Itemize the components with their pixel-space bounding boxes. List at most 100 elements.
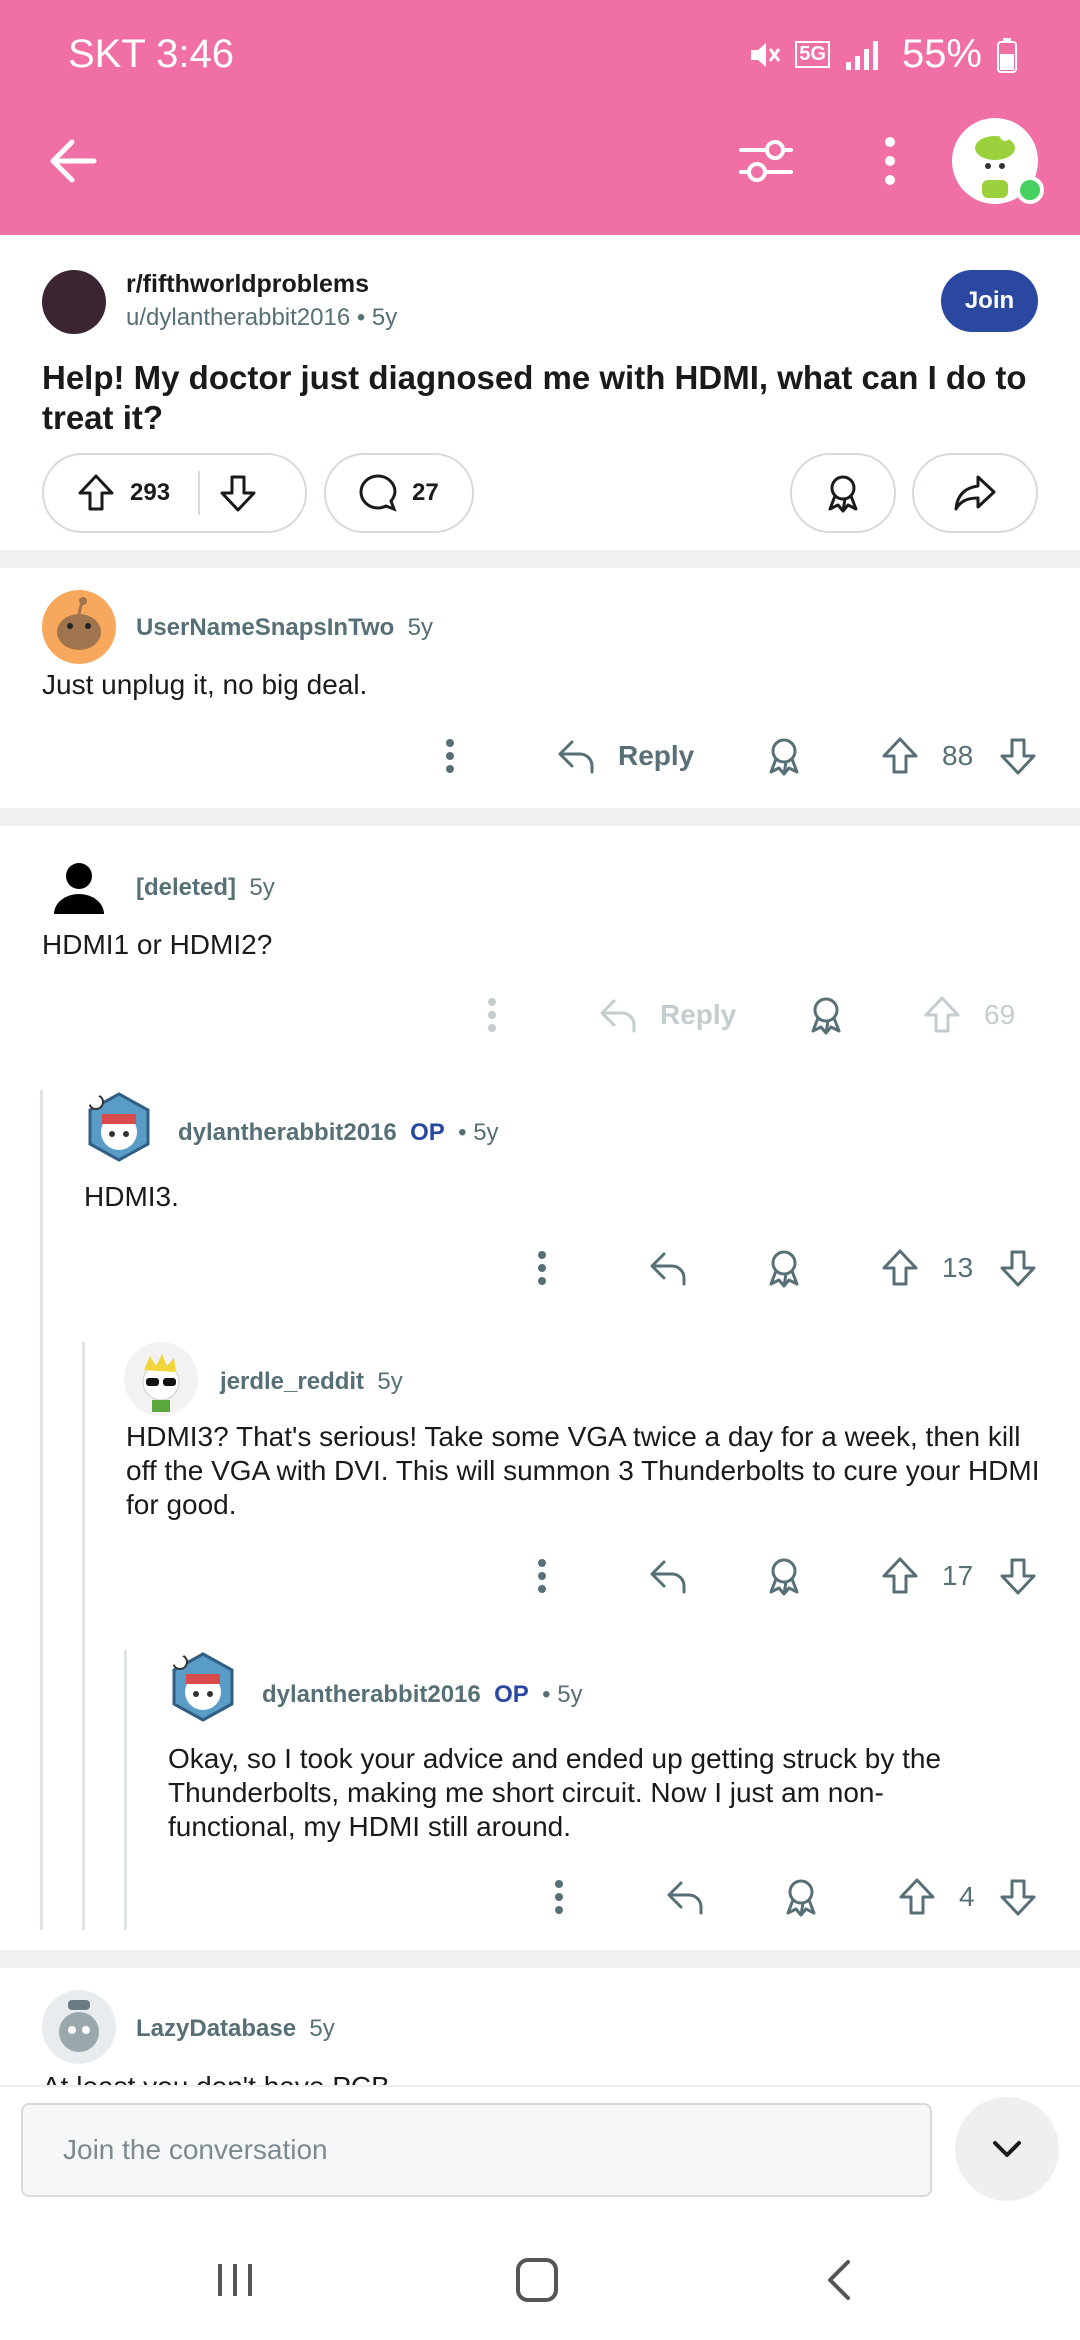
comment-username[interactable]: UserNameSnapsInTwo bbox=[136, 614, 394, 641]
back-arrow-icon[interactable] bbox=[42, 130, 104, 192]
share-icon bbox=[954, 475, 996, 511]
post-comment-count: 27 bbox=[412, 479, 439, 506]
more-options-icon[interactable] bbox=[528, 1556, 556, 1596]
comments-button[interactable]: 27 bbox=[324, 453, 474, 533]
comment-avatar[interactable] bbox=[42, 590, 116, 664]
status-time: SKT 3:46 bbox=[68, 32, 235, 76]
reply-label: Reply bbox=[660, 999, 737, 1030]
upvote-icon[interactable] bbox=[878, 1554, 922, 1598]
comment-body: Okay, so I took your advice and ended up… bbox=[168, 1743, 942, 1842]
comment-body: HDMI3. bbox=[84, 1181, 179, 1212]
reply-icon[interactable] bbox=[646, 1246, 690, 1290]
comment-age: • 5y bbox=[542, 1681, 583, 1708]
downvote-icon[interactable] bbox=[996, 734, 1040, 778]
award-button[interactable] bbox=[790, 453, 896, 533]
upvote-icon[interactable] bbox=[878, 1246, 922, 1290]
battery-percent: 55% bbox=[901, 32, 982, 76]
collapse-button[interactable] bbox=[955, 2097, 1059, 2201]
downvote-icon[interactable] bbox=[996, 1554, 1040, 1598]
reply-icon[interactable] bbox=[663, 1875, 707, 1919]
reply-label[interactable]: Reply bbox=[618, 740, 694, 772]
comment-header: dylantherabbit2016 OP • 5y bbox=[262, 1681, 583, 1709]
section-divider bbox=[0, 550, 1080, 568]
app-header: SKT 3:46 5G 55% bbox=[0, 0, 1080, 235]
more-options-icon[interactable] bbox=[436, 736, 464, 776]
downvote-icon[interactable] bbox=[996, 1875, 1040, 1919]
battery-icon bbox=[997, 37, 1017, 73]
comment-header: LazyDatabase 5y bbox=[136, 2015, 335, 2043]
comment-header: jerdle_reddit 5y bbox=[220, 1368, 403, 1396]
share-button[interactable] bbox=[912, 453, 1038, 533]
comment-avatar[interactable] bbox=[42, 1990, 116, 2064]
thread-line bbox=[82, 1342, 85, 1930]
more-options-icon[interactable] bbox=[528, 1248, 556, 1288]
comment-username[interactable]: LazyDatabase bbox=[136, 2015, 296, 2042]
award-icon[interactable] bbox=[779, 1875, 823, 1919]
status-icons: 5G 55% bbox=[747, 32, 1018, 77]
comment-header: dylantherabbit2016 OP • 5y bbox=[178, 1119, 499, 1147]
vote-count: 88 bbox=[942, 740, 974, 771]
op-badge: OP bbox=[410, 1119, 445, 1146]
join-conversation-input[interactable]: Join the conversation bbox=[21, 2103, 932, 2197]
vote-count: 69 bbox=[984, 999, 1016, 1030]
comment-avatar[interactable] bbox=[82, 1090, 156, 1164]
comment-age: 5y bbox=[249, 874, 275, 901]
reply-icon bbox=[600, 999, 636, 1033]
vote-count: 4 bbox=[959, 1881, 975, 1912]
more-options-icon[interactable] bbox=[545, 1877, 573, 1917]
vote-divider bbox=[198, 471, 201, 515]
comment-header: [deleted] 5y bbox=[136, 874, 275, 902]
vote-count: 13 bbox=[942, 1252, 974, 1283]
post-author-meta[interactable]: u/dylantherabbit2016 • 5y bbox=[126, 304, 397, 332]
award-icon[interactable] bbox=[762, 1554, 806, 1598]
upvote-icon[interactable] bbox=[74, 471, 118, 515]
system-back-icon[interactable] bbox=[820, 2256, 860, 2304]
system-nav-bar bbox=[0, 2220, 1080, 2340]
comment-age: 5y bbox=[377, 1368, 403, 1395]
award-icon[interactable] bbox=[762, 734, 806, 778]
vote-count: 17 bbox=[942, 1560, 974, 1591]
filter-icon[interactable] bbox=[735, 130, 797, 192]
award-icon[interactable] bbox=[804, 993, 848, 1037]
comment-avatar[interactable] bbox=[166, 1650, 240, 1724]
comment-body: HDMI3? That's serious! Take some VGA twi… bbox=[126, 1421, 1040, 1520]
online-status-dot bbox=[1016, 176, 1044, 204]
comment-avatar bbox=[42, 850, 116, 924]
recent-apps-icon[interactable] bbox=[210, 2258, 260, 2302]
comment-age: 5y bbox=[309, 2015, 335, 2042]
award-icon bbox=[828, 475, 858, 513]
comment-username: [deleted] bbox=[136, 874, 237, 901]
post-vote-count: 293 bbox=[130, 479, 171, 506]
comment-username[interactable]: dylantherabbit2016 bbox=[178, 1119, 397, 1146]
reply-icon[interactable] bbox=[554, 734, 598, 778]
op-badge: OP bbox=[494, 1681, 529, 1708]
mute-icon bbox=[751, 42, 781, 67]
subreddit-name[interactable]: r/fifthworldproblems bbox=[126, 270, 369, 299]
section-divider bbox=[0, 808, 1080, 826]
downvote-icon[interactable] bbox=[996, 1246, 1040, 1290]
more-vertical-icon[interactable] bbox=[870, 130, 910, 192]
home-icon[interactable] bbox=[512, 2256, 562, 2304]
award-icon[interactable] bbox=[762, 1246, 806, 1290]
network-label: 5G bbox=[795, 41, 830, 68]
comment-bubble-icon bbox=[359, 474, 397, 512]
reply-icon[interactable] bbox=[646, 1554, 690, 1598]
thread-line bbox=[40, 1090, 43, 1930]
upvote-icon[interactable] bbox=[895, 1875, 939, 1919]
post-title: Help! My doctor just diagnosed me with H… bbox=[42, 359, 1027, 436]
section-divider bbox=[0, 1950, 1080, 1968]
downvote-icon[interactable] bbox=[216, 471, 260, 515]
signal-icon bbox=[845, 40, 878, 70]
subreddit-avatar[interactable] bbox=[42, 270, 106, 334]
upvote-icon[interactable] bbox=[878, 734, 922, 778]
post-vote-pill: 293 bbox=[42, 453, 307, 533]
comment-age: 5y bbox=[407, 614, 433, 641]
comment-age: • 5y bbox=[458, 1119, 499, 1146]
comment-avatar[interactable] bbox=[124, 1342, 198, 1416]
comment-username[interactable]: dylantherabbit2016 bbox=[262, 1681, 481, 1708]
comment-body: Just unplug it, no big deal. bbox=[42, 669, 368, 700]
comment-username[interactable]: jerdle_reddit bbox=[220, 1368, 364, 1395]
join-button[interactable]: Join bbox=[941, 270, 1038, 332]
upvote-icon bbox=[924, 996, 960, 1033]
thread-line bbox=[124, 1650, 127, 1930]
